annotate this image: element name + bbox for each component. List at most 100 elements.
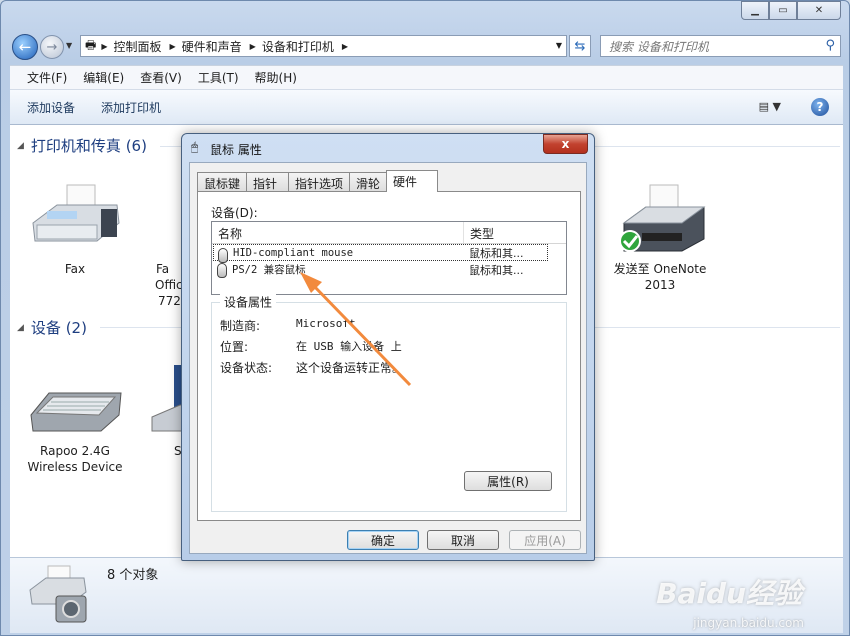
change-view-button[interactable]: ▤ ▼: [759, 100, 781, 113]
maximize-button[interactable]: ▭: [769, 1, 797, 20]
chevron-right-icon[interactable]: ▶: [250, 42, 256, 51]
device-fax-label: Fax: [64, 262, 86, 276]
location-row: 位置: 在 USB 输入设备 上: [220, 338, 402, 355]
breadcrumb-devices-printers[interactable]: 设备和打印机: [262, 38, 334, 55]
printer-icon: [612, 183, 708, 255]
devices-label: 设备(D):: [211, 206, 258, 220]
device-name: HID-compliant mouse: [233, 246, 354, 259]
arrow-left-icon: ←: [18, 38, 32, 56]
device-type: 鼠标和其...: [469, 263, 524, 277]
dialog-close-button[interactable]: x: [543, 134, 588, 154]
menu-tools[interactable]: 工具(T): [198, 69, 239, 86]
dialog-title: 鼠标 属性: [210, 143, 262, 157]
group-devices-title: 设备 (2): [30, 319, 87, 337]
breadcrumb-control-panel[interactable]: 控制面板: [113, 38, 161, 55]
search-icon[interactable]: ⚲: [825, 38, 835, 53]
chevron-right-icon[interactable]: ▶: [101, 42, 107, 51]
device-rapoo-label-2: Wireless Device: [27, 460, 123, 474]
device-type: 鼠标和其...: [469, 246, 524, 260]
close-button[interactable]: ✕: [797, 1, 841, 20]
chevron-right-icon[interactable]: ▶: [170, 42, 176, 51]
object-count: 8 个对象: [107, 568, 159, 583]
hardware-tab-panel: 设备(D): 名称 类型 HID-compliant mouse 鼠标和其...: [197, 191, 581, 521]
mouse-icon: [217, 263, 227, 278]
listview-header: 名称 类型: [212, 222, 566, 244]
column-type[interactable]: 类型: [464, 222, 500, 243]
menu-help[interactable]: 帮助(H): [255, 69, 297, 86]
fax-icon: [27, 183, 123, 255]
group-devices[interactable]: ◢ 设备 (2): [17, 317, 87, 338]
device-fax[interactable]: Fax: [20, 183, 130, 277]
minimize-button[interactable]: ▁: [741, 1, 769, 20]
device-listview[interactable]: 名称 类型 HID-compliant mouse 鼠标和其... PS/2 兼…: [211, 221, 567, 295]
menu-file[interactable]: 文件(F): [27, 69, 67, 86]
apply-button: 应用(A): [509, 530, 581, 550]
column-name[interactable]: 名称: [212, 222, 464, 243]
tab-buttons[interactable]: 鼠标键: [197, 172, 248, 192]
recent-pages-dropdown[interactable]: ▼: [66, 41, 72, 50]
chevron-right-icon[interactable]: ▶: [342, 42, 348, 51]
properties-button[interactable]: 属性(R): [464, 471, 552, 491]
device-onenote-label-2: 2013: [644, 278, 676, 292]
status-row: 设备状态: 这个设备运转正常。: [220, 359, 404, 376]
chevron-down-icon[interactable]: ▼: [556, 41, 562, 50]
breadcrumb-hardware-sound[interactable]: 硬件和声音: [182, 38, 242, 55]
back-button[interactable]: ←: [12, 34, 38, 60]
menu-edit[interactable]: 编辑(E): [83, 69, 124, 86]
mouse-icon: 🖱: [191, 140, 199, 154]
address-bar[interactable]: 🖶 ▶ 控制面板 ▶ 硬件和声音 ▶ 设备和打印机 ▶ ▼: [80, 35, 567, 57]
device-properties-title: 设备属性: [220, 293, 277, 311]
watermark-url: jingyan.baidu.com: [693, 616, 804, 630]
command-bar: 添加设备 添加打印机 ▤ ▼ ?: [10, 89, 843, 125]
device-office-label-3: 772(: [158, 294, 186, 308]
tab-strip: 鼠标键 指针 指针选项 滑轮 硬件: [197, 170, 439, 192]
status-value: 这个设备运转正常。: [296, 361, 405, 375]
search-input[interactable]: 搜索 设备和打印机 ⚲: [600, 35, 841, 57]
help-icon[interactable]: ?: [811, 98, 829, 116]
group-printers[interactable]: ◢ 打印机和传真 (6): [17, 135, 147, 156]
close-icon: x: [561, 137, 570, 151]
refresh-icon: ⇆: [574, 38, 586, 54]
add-printer-button[interactable]: 添加打印机: [101, 99, 161, 116]
group-printers-title: 打印机和传真 (6): [30, 137, 147, 155]
collapse-icon[interactable]: ◢: [17, 323, 24, 333]
forward-button[interactable]: →: [40, 35, 64, 59]
tab-pointer-options[interactable]: 指针选项: [288, 172, 351, 192]
device-rapoo-label: Rapoo 2.4G: [40, 444, 110, 458]
arrow-right-icon: →: [46, 39, 58, 55]
device-rapoo-keyboard[interactable]: Rapoo 2.4G Wireless Device: [20, 365, 130, 475]
collapse-icon[interactable]: ◢: [17, 141, 24, 151]
manufacturer-label: 制造商:: [220, 319, 261, 333]
device-onenote-label: 发送至 OneNote: [613, 262, 707, 276]
menu-bar: 文件(F) 编辑(E) 查看(V) 工具(T) 帮助(H): [10, 65, 843, 89]
menu-view[interactable]: 查看(V): [140, 69, 182, 86]
device-row-hid[interactable]: HID-compliant mouse 鼠标和其...: [213, 244, 548, 263]
device-office-label: Fa: [156, 262, 170, 276]
cancel-button[interactable]: 取消: [427, 530, 499, 550]
refresh-button[interactable]: ⇆: [569, 35, 591, 57]
watermark-logo: Baidu经验: [656, 577, 802, 610]
device-name: PS/2 兼容鼠标: [232, 264, 306, 276]
device-office-label-2: Offic: [155, 278, 183, 292]
mouse-properties-dialog: 🖱 鼠标 属性 x 鼠标键 指针 指针选项 滑轮 硬件 设备(D): 名称 类型…: [181, 133, 595, 561]
dialog-body: 鼠标键 指针 指针选项 滑轮 硬件 设备(D): 名称 类型 HID-compl…: [189, 162, 587, 554]
control-panel-icon: 🖶: [85, 37, 97, 52]
tab-hardware[interactable]: 硬件: [386, 170, 439, 192]
tab-pointers[interactable]: 指针: [246, 172, 290, 192]
window-controls: ▁ ▭ ✕: [741, 1, 841, 20]
search-placeholder: 搜索 设备和打印机: [609, 39, 709, 54]
manufacturer-value: Microsoft: [296, 317, 356, 330]
keyboard-icon: [27, 365, 123, 437]
device-office-printer[interactable]: Fa Offic 772(: [118, 183, 188, 309]
device-properties-group: 设备属性 制造商: Microsoft 位置: 在 USB 输入设备 上 设备状…: [211, 293, 567, 512]
device-row-ps2[interactable]: PS/2 兼容鼠标 鼠标和其...: [212, 261, 566, 278]
manufacturer-row: 制造商: Microsoft: [220, 317, 356, 334]
ok-button[interactable]: 确定: [347, 530, 419, 550]
view-icon: ▤: [758, 100, 770, 113]
location-value: 在 USB 输入设备 上: [296, 340, 402, 353]
tab-wheel[interactable]: 滑轮: [349, 172, 388, 192]
device-onenote[interactable]: 发送至 OneNote 2013: [605, 183, 715, 293]
devices-printers-icon: [28, 562, 90, 629]
add-device-button[interactable]: 添加设备: [27, 99, 75, 116]
location-label: 位置:: [220, 340, 249, 354]
